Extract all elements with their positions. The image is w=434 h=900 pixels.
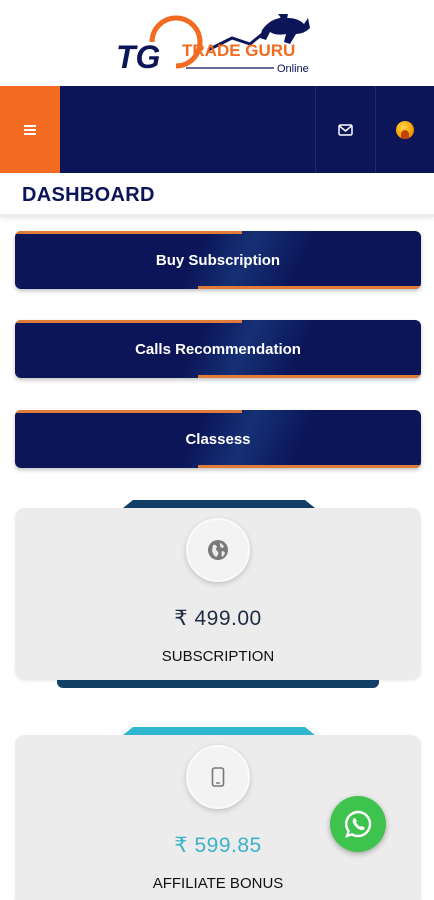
subscription-value: ₹ 499.00 <box>174 607 262 630</box>
svg-text:TG: TG <box>116 39 160 75</box>
buy-subscription-label: Buy Subscription <box>155 251 281 269</box>
affiliate-bonus-label: AFFILIATE BONUS <box>152 875 284 892</box>
subscription-card-body: ₹ 499.00 SUBSCRIPTION <box>15 508 421 680</box>
hamburger-menu-button[interactable] <box>0 86 60 173</box>
card-bottom-bar <box>57 680 379 688</box>
buy-subscription-button[interactable]: Buy Subscription <box>15 231 421 289</box>
header-logo-area: TG TRADE GURU Online <box>0 0 434 86</box>
mail-icon <box>338 123 353 136</box>
page-title: DASHBOARD <box>22 184 155 206</box>
user-avatar-button[interactable] <box>376 86 434 173</box>
mobile-phone-icon <box>211 767 225 787</box>
hamburger-menu-icon <box>24 123 36 137</box>
subscription-label: SUBSCRIPTION <box>161 648 275 665</box>
brand-name: TRADE GURU <box>182 41 295 60</box>
calls-recommendation-label: Calls Recommendation <box>135 340 301 358</box>
whatsapp-icon <box>345 810 372 838</box>
brand-tagline: Online <box>277 63 309 75</box>
page-title-bar: DASHBOARD <box>0 173 434 217</box>
trade-guru-logo[interactable]: TG TRADE GURU Online <box>112 8 327 80</box>
classes-label: Classess <box>185 430 251 448</box>
subscription-stat-card[interactable]: ₹ 499.00 SUBSCRIPTION <box>15 500 421 696</box>
whatsapp-chat-button[interactable] <box>330 796 386 852</box>
globe-icon <box>208 540 228 560</box>
user-avatar-icon <box>396 120 414 139</box>
mail-button[interactable] <box>316 86 375 173</box>
top-navbar <box>0 86 434 173</box>
subscription-icon-circle <box>186 518 250 582</box>
calls-recommendation-button[interactable]: Calls Recommendation <box>15 320 421 378</box>
classes-button[interactable]: Classess <box>15 410 421 468</box>
affiliate-bonus-icon-circle <box>186 745 250 809</box>
